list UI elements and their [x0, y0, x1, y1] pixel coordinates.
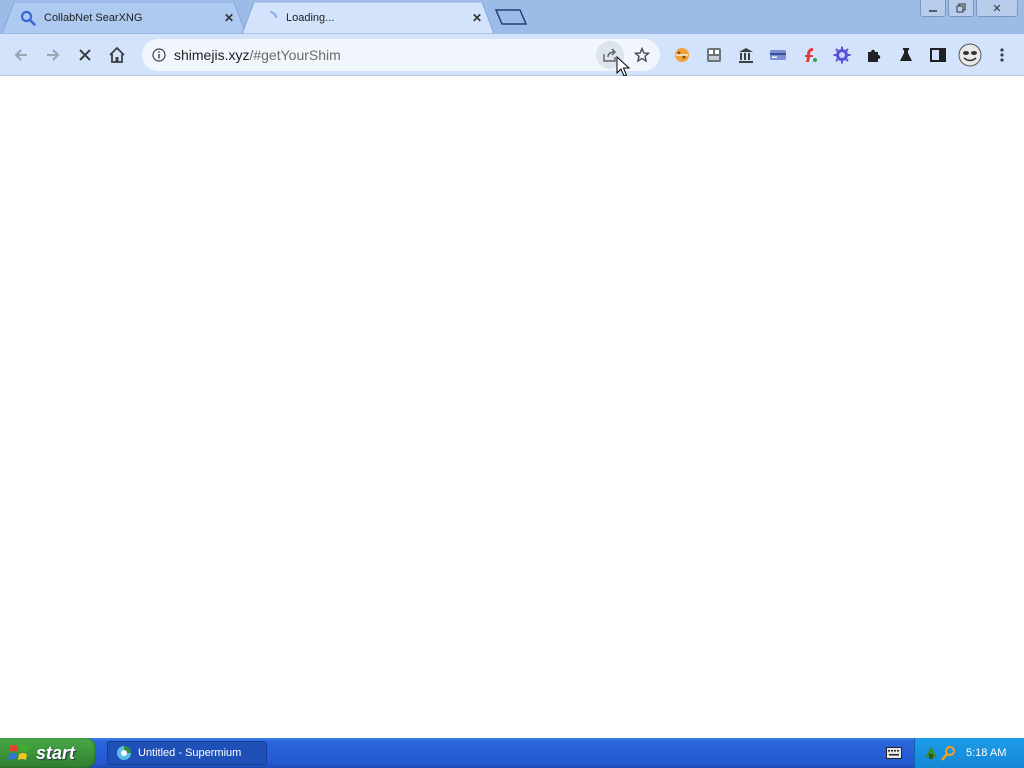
home-icon — [109, 46, 125, 63]
sidepanel-icon[interactable] — [927, 44, 949, 66]
url-host: shimejis.xyz — [174, 47, 250, 63]
page-content — [0, 76, 1024, 738]
gear-extension-icon[interactable] — [831, 44, 853, 66]
puzzle-icon[interactable] — [863, 44, 885, 66]
cookie-extension-icon[interactable] — [671, 44, 693, 66]
taskbar: start Untitled - Supermium 5:18 AM — [0, 738, 1024, 768]
card-extension-icon[interactable] — [767, 44, 789, 66]
back-button[interactable] — [8, 42, 34, 68]
menu-kebab-icon[interactable] — [991, 44, 1013, 66]
forward-button[interactable] — [40, 42, 66, 68]
minimize-button[interactable] — [920, 0, 946, 17]
bank-extension-icon[interactable] — [735, 44, 757, 66]
task-label: Untitled - Supermium — [138, 747, 242, 759]
flask-icon[interactable] — [895, 44, 917, 66]
search-icon — [20, 10, 36, 26]
tab-collabnet-searxng[interactable]: CollabNet SearXNG ✕ — [0, 2, 246, 34]
avatar-icon[interactable] — [957, 42, 983, 68]
window-controls: ✕ — [920, 0, 1018, 17]
tab-loading[interactable]: Loading... ✕ — [242, 2, 494, 34]
windows-logo-icon — [8, 745, 28, 760]
taskbar-item-supermium[interactable]: Untitled - Supermium — [107, 741, 267, 765]
tab-title: CollabNet SearXNG — [44, 12, 143, 24]
restore-button[interactable] — [948, 0, 974, 17]
tab-close-icon[interactable]: ✕ — [222, 11, 236, 25]
new-tab-button[interactable] — [494, 8, 528, 26]
close-window-button[interactable]: ✕ — [976, 0, 1018, 17]
tab-close-icon[interactable]: ✕ — [470, 11, 484, 25]
grid-extension-icon[interactable] — [703, 44, 725, 66]
arrow-left-icon — [14, 49, 27, 61]
search-tray-icon[interactable] — [941, 745, 957, 761]
site-info-icon[interactable] — [150, 46, 168, 64]
browser-toolbar: shimejis.xyz/#getYourShim — [0, 34, 1024, 76]
url-text[interactable]: shimejis.xyz/#getYourShim — [174, 47, 596, 63]
stop-loading-button[interactable] — [72, 42, 98, 68]
url-path: /#getYourShim — [249, 47, 341, 63]
arrow-right-icon — [47, 49, 60, 61]
bookmark-star-icon[interactable] — [628, 41, 656, 69]
system-tray: 5:18 AM — [914, 738, 1024, 768]
network-icon[interactable] — [923, 745, 939, 761]
start-button[interactable]: start — [0, 738, 96, 768]
browser-app-icon — [117, 746, 131, 760]
clock: 5:18 AM — [966, 747, 1007, 759]
mouse-cursor-icon — [616, 56, 631, 77]
tab-strip: CollabNet SearXNG ✕ Loading... ✕ ✕ — [0, 0, 1024, 34]
loading-spinner-icon — [262, 10, 278, 26]
address-bar[interactable]: shimejis.xyz/#getYourShim — [142, 39, 660, 71]
keyboard-icon[interactable] — [886, 747, 902, 759]
tab-title: Loading... — [286, 12, 335, 24]
start-label: start — [36, 742, 76, 763]
home-button[interactable] — [104, 42, 130, 68]
flash-extension-icon[interactable] — [799, 44, 821, 66]
close-icon — [79, 49, 91, 61]
